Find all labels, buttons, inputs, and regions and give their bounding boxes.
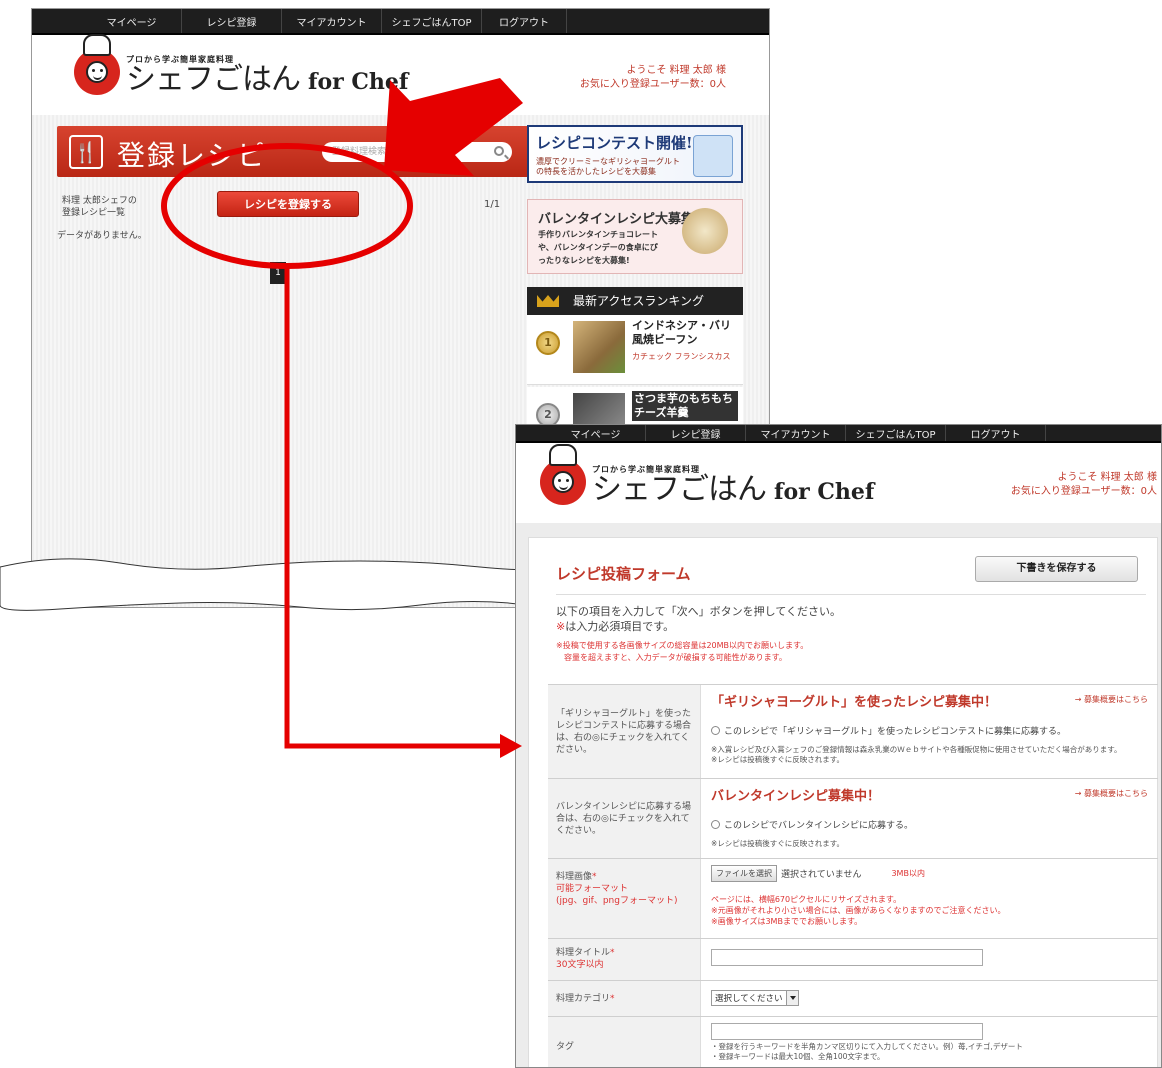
- favorite-count: お気に入り登録ユーザー数：0人: [1010, 486, 1157, 497]
- recipe-title-input[interactable]: [711, 949, 983, 966]
- form-intro: 以下の項目を入力して「次へ」ボタンを押してください。 ※は入力必須項目です。: [556, 605, 842, 633]
- nav-chef-gohan-top[interactable]: シェフごはんTOP: [382, 9, 482, 33]
- form-row-tags: タグ ・登録を行うキーワードを半角カンマ区切りにて入力してください。例）苺,イチ…: [548, 1016, 1158, 1067]
- file-size-limit: 3MB以内: [891, 869, 925, 878]
- yogurt-cup-icon: [693, 135, 733, 177]
- welcome-block: ようこそ 料理 太郎 様 お気に入り登録ユーザー数：0人: [1011, 471, 1157, 499]
- empty-message: データがありません。: [57, 231, 147, 241]
- valentine-note: ※レシピは投稿後すぐに反映されます。: [711, 839, 845, 848]
- top-nav: マイページ レシピ登録 マイアカウント シェフごはんTOP ログアウト: [32, 9, 769, 35]
- nav-chef-gohan-top[interactable]: シェフごはんTOP: [846, 425, 946, 441]
- crown-icon: [537, 295, 559, 307]
- nav-mypage[interactable]: マイページ: [546, 425, 646, 441]
- logo-main-text: シェフごはん: [126, 62, 301, 97]
- category-select[interactable]: 選択してください: [711, 990, 799, 1006]
- valentine-radio[interactable]: [711, 820, 720, 829]
- ranking-recipe-title[interactable]: さつま芋のもちもちチーズ羊羹: [632, 391, 738, 421]
- field-label: 料理画像* 可能フォーマット (jpg、gif、pngフォーマット): [548, 859, 700, 938]
- welcome-text: ようこそ 料理 太郎 様: [1057, 472, 1157, 483]
- valentine-details-link[interactable]: → 募集概要はこちら: [1075, 788, 1148, 799]
- nav-mypage[interactable]: マイページ: [82, 9, 182, 33]
- chevron-down-icon[interactable]: [785, 991, 798, 1005]
- recipe-search-input[interactable]: 登録料理検索: [322, 142, 512, 162]
- welcome-text: ようこそ 料理 太郎 様: [626, 65, 726, 76]
- form-row-valentine: バレンタインレシピに応募する場合は、右の◎にチェックを入れてください。 バレンタ…: [548, 778, 1158, 858]
- form-row-title: 料理タイトル* 30文字以内: [548, 938, 1158, 980]
- access-ranking-header: 最新アクセスランキング: [527, 287, 743, 315]
- nav-recipe-register[interactable]: レシピ登録: [646, 425, 746, 441]
- size-warning: ※投稿で使用する各画像サイズの総容量は20MB以内でお願いします。 容量を超えま…: [556, 641, 809, 662]
- form-row-yogurt-contest: 「ギリシャヨーグルト」を使ったレシピコンテストに応募する場合は、右の◎にチェック…: [548, 684, 1158, 778]
- recipe-list-label: 料理 太郎シェフの 登録レシピ一覧: [62, 196, 137, 218]
- field-label: タグ: [548, 1017, 700, 1067]
- choose-file-button[interactable]: ファイルを選択: [711, 865, 777, 882]
- search-icon[interactable]: [494, 146, 504, 156]
- pagination-page-1[interactable]: 1: [270, 262, 286, 284]
- top-nav: マイページ レシピ登録 マイアカウント シェフごはんTOP ログアウト: [516, 425, 1161, 443]
- tags-input[interactable]: [711, 1023, 983, 1040]
- field-label: 「ギリシャヨーグルト」を使ったレシピコンテストに応募する場合は、右の◎にチェック…: [548, 685, 700, 778]
- welcome-block: ようこそ 料理 太郎 様 お気に入り登録ユーザー数：0人: [580, 64, 726, 92]
- logo-main-text: シェフごはん: [592, 472, 767, 507]
- field-label: 料理カテゴリ *: [548, 981, 700, 1016]
- form-title: レシピ投稿フォーム: [556, 565, 691, 583]
- site-header: プロから学ぶ簡単家庭料理 シェフごはん for Chef ようこそ 料理 太郎 様…: [32, 34, 769, 115]
- logo-for-chef: for Chef: [774, 479, 875, 505]
- page-count: 1/1: [484, 199, 501, 210]
- cake-plate-icon: [682, 208, 728, 254]
- image-note: ページには、横幅670ピクセルにリサイズされます。 ※元画像がそれより小さい場合…: [711, 895, 1006, 926]
- favorite-count: お気に入り登録ユーザー数：0人: [579, 79, 726, 90]
- recipe-post-form: レシピ投稿フォーム 下書きを保存する 以下の項目を入力して「次へ」ボタンを押して…: [528, 537, 1158, 1067]
- page-title: 登録レシピ: [117, 139, 268, 172]
- site-logo[interactable]: プロから学ぶ簡単家庭料理 シェフごはん for Chef: [540, 444, 875, 507]
- logo-for-chef: for Chef: [308, 69, 409, 95]
- nav-logout[interactable]: ログアウト: [946, 425, 1046, 441]
- save-draft-button[interactable]: 下書きを保存する: [975, 556, 1138, 582]
- fork-knife-icon: 🍴: [69, 135, 103, 169]
- registered-recipes-banner: 🍴 登録レシピ 登録料理検索: [57, 126, 531, 177]
- register-recipe-button[interactable]: レシピを登録する: [217, 191, 359, 217]
- chef-mascot-icon: [540, 444, 586, 505]
- recipe-form-screenshot: マイページ レシピ登録 マイアカウント シェフごはんTOP ログアウト プロから…: [515, 424, 1162, 1068]
- yogurt-note: ※入賞レシピ及び入賞シェフのご登録情報は森永乳業のＷｅｂサイトや各種販促物に使用…: [711, 745, 1122, 764]
- recipe-thumbnail[interactable]: [573, 321, 625, 373]
- nav-recipe-register[interactable]: レシピ登録: [182, 9, 282, 33]
- ranking-chef-name[interactable]: カチェック フランシスカス: [632, 351, 738, 362]
- chef-mascot-icon: [74, 34, 120, 95]
- nav-my-account[interactable]: マイアカウント: [746, 425, 846, 441]
- form-row-image: 料理画像* 可能フォーマット (jpg、gif、pngフォーマット) ファイルを…: [548, 858, 1158, 938]
- valentine-banner[interactable]: バレンタインレシピ大募集! 手作りバレンタインチョコレートや、バレンタインデーの…: [527, 199, 743, 274]
- file-status: 選択されていません: [781, 870, 862, 880]
- nav-my-account[interactable]: マイアカウント: [282, 9, 382, 33]
- field-label: 料理タイトル* 30文字以内: [548, 939, 700, 980]
- site-header: プロから学ぶ簡単家庭料理 シェフごはん for Chef ようこそ 料理 太郎 様…: [516, 443, 1161, 523]
- nav-logout[interactable]: ログアウト: [482, 9, 567, 33]
- gold-medal-icon: 1: [536, 331, 560, 355]
- ranking-recipe-title[interactable]: インドネシア・バリ風焼ビーフン: [632, 319, 738, 347]
- site-logo[interactable]: プロから学ぶ簡単家庭料理 シェフごはん for Chef: [74, 34, 409, 97]
- tags-note: ・登録を行うキーワードを半角カンマ区切りにて入力してください。例）苺,イチゴ,デ…: [711, 1042, 1023, 1061]
- recipe-contest-banner[interactable]: レシピコンテスト開催! 濃厚でクリーミーなギリシャヨーグルトの特長を活かしたレシ…: [527, 125, 743, 183]
- field-label: バレンタインレシピに応募する場合は、右の◎にチェックを入れてください。: [548, 779, 700, 858]
- ranking-item[interactable]: 1 インドネシア・バリ風焼ビーフン カチェック フランシスカス: [527, 315, 743, 385]
- torn-page-separator: [0, 558, 540, 611]
- form-row-category: 料理カテゴリ * 選択してください: [548, 980, 1158, 1016]
- yogurt-contest-radio[interactable]: [711, 726, 720, 735]
- yogurt-details-link[interactable]: → 募集概要はこちら: [1075, 694, 1148, 705]
